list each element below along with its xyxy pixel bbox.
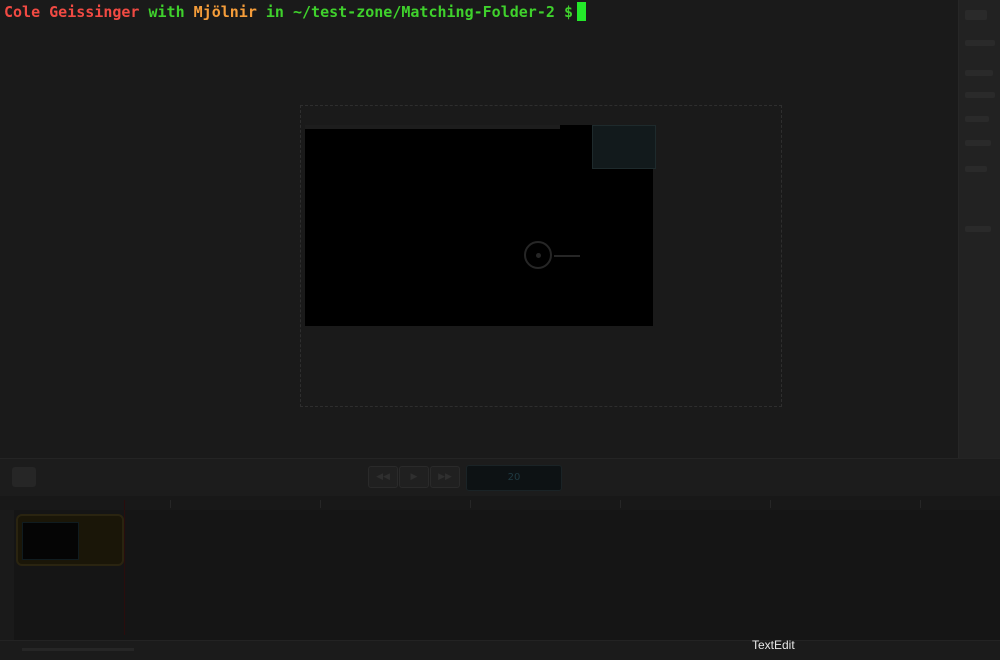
timeline-ruler[interactable]	[0, 496, 1000, 511]
terminal-cursor[interactable]	[576, 2, 586, 21]
fast-forward-icon: ▶▶	[438, 472, 452, 482]
timeline-zoom-slider[interactable]	[22, 648, 134, 651]
track-gutter	[0, 510, 14, 640]
stage-text-layer	[305, 125, 560, 129]
prompt-user: Cole Geissinger	[4, 3, 140, 21]
stage-overlay-box	[592, 125, 656, 169]
prompt-host: Mjölnir	[193, 3, 257, 21]
prompt-with: with	[148, 3, 185, 21]
rewind-button[interactable]: ◀◀	[368, 466, 398, 488]
timeline-area[interactable]	[0, 510, 1000, 640]
frame-rate-field[interactable]: 20	[466, 465, 562, 491]
anchor-point-handle[interactable]	[554, 255, 580, 257]
inspector-panel	[958, 0, 1000, 458]
dock-tooltip-label: TextEdit	[752, 638, 795, 652]
prompt-symbol: $	[563, 3, 573, 21]
clip-thumbnail	[22, 522, 79, 560]
frame-rate-value: 20	[507, 472, 521, 483]
media-library-icon[interactable]	[12, 467, 36, 487]
prompt-path: ~/test-zone/Matching-Folder-2	[293, 3, 555, 21]
status-bar	[0, 640, 1000, 660]
rewind-icon: ◀◀	[376, 472, 390, 482]
play-icon: ▶	[410, 472, 418, 482]
prompt-in: in	[265, 3, 284, 21]
play-button[interactable]: ▶	[399, 466, 429, 488]
anchor-point-center	[536, 253, 541, 258]
terminal-prompt: Cole Geissinger with Mjölnir in ~/test-z…	[4, 2, 586, 22]
playhead[interactable]	[124, 500, 125, 635]
fast-forward-button[interactable]: ▶▶	[430, 466, 460, 488]
